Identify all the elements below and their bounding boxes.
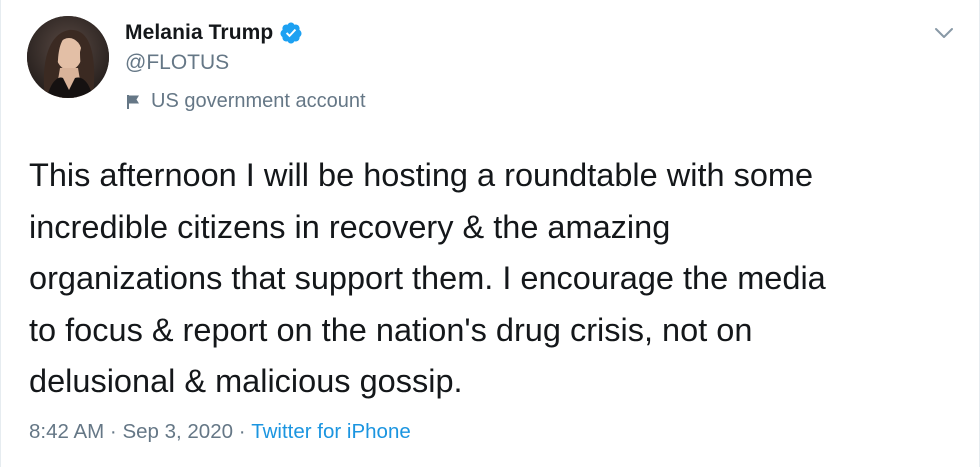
avatar[interactable]	[27, 16, 109, 98]
account-label-text: US government account	[151, 90, 366, 112]
author-display-name[interactable]: Melania Trump	[125, 21, 273, 45]
flag-icon	[127, 94, 139, 109]
chevron-down-icon[interactable]	[931, 20, 957, 46]
avatar-image	[27, 16, 109, 98]
tweet-text: This afternoon I will be hosting a round…	[29, 157, 826, 399]
account-label: US government account	[125, 90, 366, 113]
verified-badge-icon	[280, 22, 302, 44]
meta-separator: ·	[104, 420, 123, 443]
author-handle[interactable]: @FLOTUS	[125, 51, 229, 75]
tweet-time[interactable]: 8:42 AM	[29, 420, 104, 444]
tweet-date[interactable]: Sep 3, 2020	[122, 420, 233, 444]
author-name-row[interactable]: Melania Trump	[125, 19, 303, 47]
tweet-source-link[interactable]: Twitter for iPhone	[251, 420, 411, 444]
tweet-card: Melania Trump @FLOTUS US government acco…	[0, 0, 980, 467]
tweet-meta: 8:42 AM · Sep 3, 2020 · Twitter for iPho…	[29, 420, 411, 444]
meta-separator: ·	[233, 420, 252, 443]
